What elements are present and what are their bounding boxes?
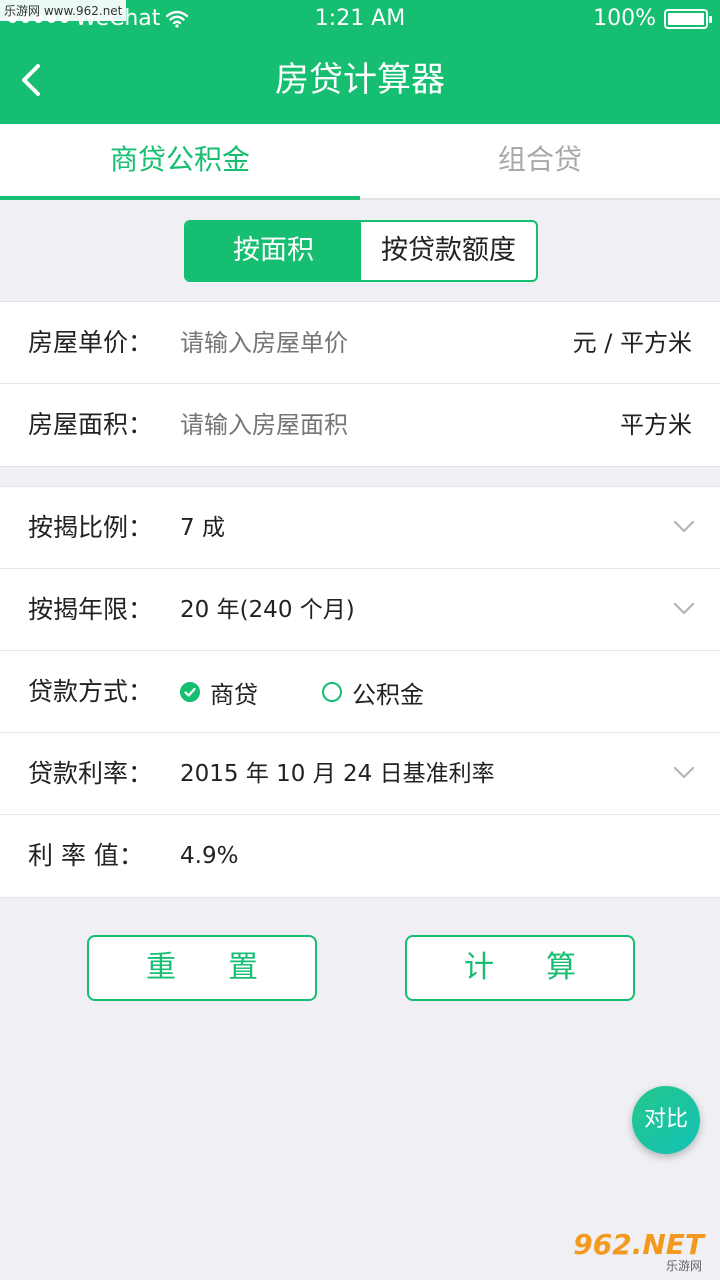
circle-icon [322,682,342,702]
price-label: 房屋单价： [28,328,154,357]
area-label: 房屋面积： [28,410,154,439]
calc-mode-segment: 按面积 按贷款额度 [184,220,538,282]
ratio-label: 按揭比例： [28,513,154,542]
rate-value-number: 4.9% [180,843,239,869]
check-circle-icon [180,682,200,702]
battery-fill [668,12,704,25]
radio-provident-fund-label: 公积金 [352,680,424,709]
rate-value-label: 利 率 值： [28,841,144,870]
rate-row[interactable]: 贷款利率： 2015 年 10 月 24 日基准利率 [0,733,720,815]
chevron-down-icon [673,520,695,533]
rate-value: 2015 年 10 月 24 日基准利率 [180,761,495,787]
segment-by-area[interactable]: 按面积 [186,222,361,280]
years-value: 20 年(240 个月) [180,597,355,623]
segment-by-loan-amount[interactable]: 按贷款额度 [361,222,536,280]
chevron-down-icon [673,602,695,615]
watermark-logo-sub: 乐游网 [665,1259,702,1273]
calculate-button[interactable]: 计算 [405,935,635,1001]
rate-value-row: 利 率 值： 4.9% [0,815,720,897]
area-form: 房屋单价： 元 / 平方米 房屋面积： 平方米 [0,301,720,467]
chevron-down-icon [673,766,695,779]
radio-provident-fund[interactable]: 公积金 [322,675,424,710]
method-row: 贷款方式： 商贷 公积金 [0,651,720,733]
rate-label: 贷款利率： [28,759,154,788]
battery-group: 100% [593,6,712,31]
battery-percent: 100% [593,6,656,31]
reset-button[interactable]: 重置 [87,935,317,1001]
loan-type-tabs: 商贷公积金 组合贷 [0,124,720,200]
price-unit: 元 / 平方米 [572,329,692,357]
watermark-logo: 962.NET 乐游网 [573,1228,712,1274]
area-row: 房屋面积： 平方米 [0,384,720,466]
years-label: 按揭年限： [28,595,154,624]
method-radio-group: 商贷 公积金 [180,651,488,733]
page-title: 房贷计算器 [275,60,445,100]
ratio-row[interactable]: 按揭比例： 7 成 [0,487,720,569]
method-label: 贷款方式： [28,677,154,706]
area-unit: 平方米 [620,411,692,439]
compare-button[interactable]: 对比 [632,1086,700,1154]
years-row[interactable]: 按揭年限： 20 年(240 个月) [0,569,720,651]
area-input[interactable] [180,384,540,466]
tab-combined[interactable]: 组合贷 [360,124,720,198]
loan-form: 按揭比例： 7 成 按揭年限： 20 年(240 个月) 贷款方式： 商贷 公积… [0,486,720,898]
radio-commercial[interactable]: 商贷 [180,675,258,710]
radio-commercial-label: 商贷 [210,680,258,709]
ratio-value: 7 成 [180,515,225,541]
price-row: 房屋单价： 元 / 平方米 [0,302,720,384]
price-input[interactable] [180,302,540,384]
watermark-top: 乐游网 www.962.net [0,0,127,21]
battery-icon [664,8,712,29]
tab-commercial-fund[interactable]: 商贷公积金 [0,124,360,200]
